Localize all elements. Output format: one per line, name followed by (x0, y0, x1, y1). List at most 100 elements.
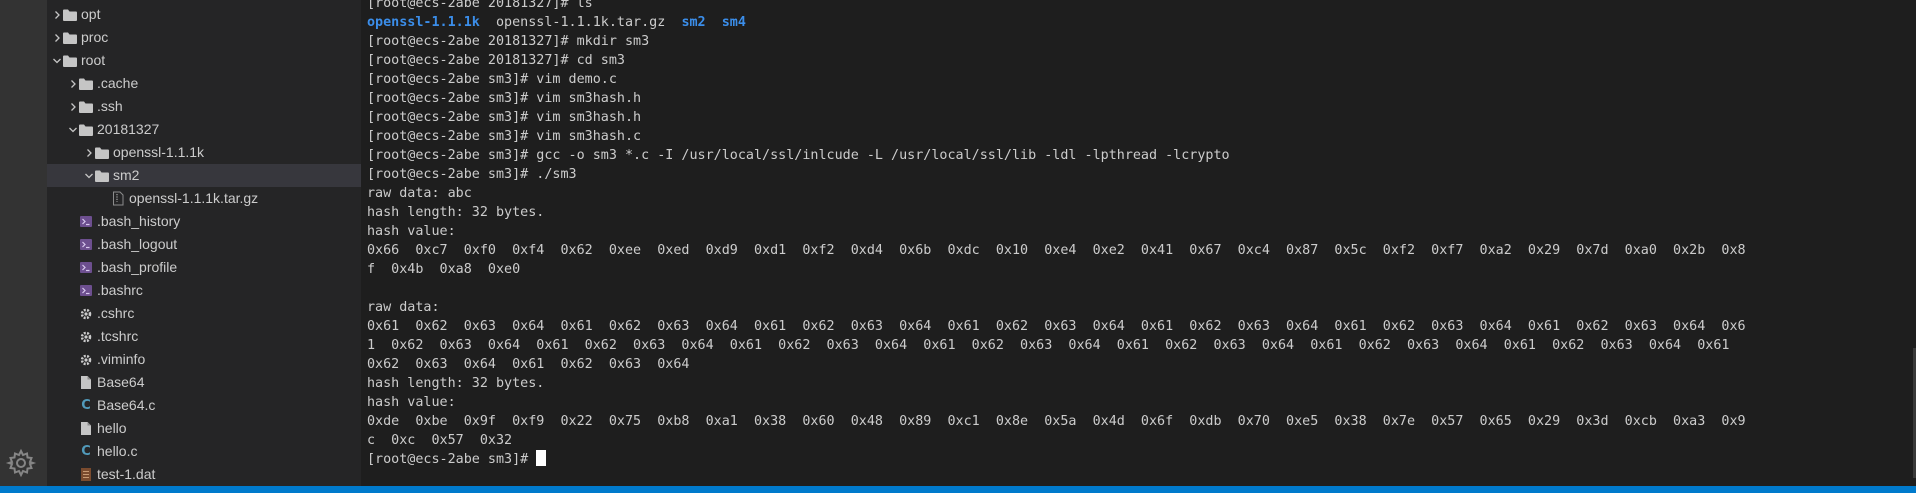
tree-item-label: openssl-1.1.1k (113, 144, 205, 160)
tree-item-label: openssl-1.1.1k.tar.gz (129, 190, 259, 206)
terminal-panel[interactable]: [root@ecs-2abe 20181327]# ls openssl-1.1.… (361, 0, 1916, 486)
ls-file-entry: openssl-1.1.1k.tar.gz (496, 15, 666, 30)
tree-item-label: .bash_profile (97, 259, 178, 275)
shell-file-icon (78, 283, 94, 298)
tree-item-label: root (81, 52, 106, 68)
folder-icon (78, 76, 94, 91)
activity-bar (0, 0, 47, 493)
tree-file[interactable]: .bash_history (47, 210, 361, 233)
file-icon (78, 421, 94, 436)
terminal-line: hash length: 32 bytes. (367, 376, 545, 391)
terminal-line: raw data: (367, 300, 440, 315)
tree-folder[interactable]: openssl-1.1.1k (47, 141, 361, 164)
tree-item-label: .cshrc (97, 305, 135, 321)
tree-item-label: hello (97, 420, 127, 436)
shell-file-icon (78, 260, 94, 275)
tree-folder[interactable]: proc (47, 26, 361, 49)
terminal-line: hash length: 32 bytes. (367, 205, 545, 220)
terminal-line: openssl-1.1.1k openssl-1.1.1k.tar.gz sm2… (367, 13, 1746, 32)
tree-file[interactable]: test-1.dat (47, 463, 361, 486)
tree-item-label: Base64 (97, 374, 145, 390)
tree-file[interactable]: .bash_logout (47, 233, 361, 256)
tree-file[interactable]: .viminfo (47, 348, 361, 371)
terminal-prompt: [root@ecs-2abe sm3]# (367, 452, 537, 467)
terminal-line: raw data: abc (367, 186, 472, 201)
folder-icon (62, 7, 78, 22)
gear-file-icon (78, 306, 94, 321)
tree-file[interactable]: openssl-1.1.1k.tar.gz (47, 187, 361, 210)
tree-item-label: .ssh (97, 98, 123, 114)
ls-directory-entry: sm2 (681, 15, 706, 30)
tree-item-label: Base64.c (97, 397, 156, 413)
tree-folder[interactable]: .ssh (47, 95, 361, 118)
terminal-line: f 0x4b 0xa8 0xe0 (367, 262, 521, 277)
terminal-line: [root@ecs-2abe sm3]# vim sm3hash.c (367, 129, 642, 144)
tree-file[interactable]: .cshrc (47, 302, 361, 325)
tree-item-label: proc (81, 29, 109, 45)
terminal-output: [root@ecs-2abe 20181327]# ls openssl-1.1.… (367, 0, 1746, 469)
tree-item-label: opt (81, 6, 101, 22)
tree-file[interactable]: Base64 (47, 371, 361, 394)
gear-icon[interactable] (5, 447, 37, 479)
terminal-line: hash value: (367, 224, 456, 239)
folder-icon (78, 122, 94, 137)
tree-item-label: 20181327 (97, 121, 160, 137)
tree-file[interactable]: Chello.c (47, 440, 361, 463)
ls-directory-entry: sm4 (721, 15, 746, 30)
tree-folder[interactable]: opt (47, 3, 361, 26)
terminal-line: [root@ecs-2abe 20181327]# mkdir sm3 (367, 34, 650, 49)
shell-file-icon (78, 237, 94, 252)
terminal-line: 1 0x62 0x63 0x64 0x61 0x62 0x63 0x64 0x6… (367, 338, 1730, 353)
tree-folder[interactable]: 20181327 (47, 118, 361, 141)
terminal-line: [root@ecs-2abe sm3]# vim sm3hash.h (367, 110, 642, 125)
folder-icon (62, 30, 78, 45)
terminal-line: [root@ecs-2abe sm3]# gcc -o sm3 *.c -I /… (367, 148, 1230, 163)
tree-item-label: hello.c (97, 443, 138, 459)
terminal-line: [root@ecs-2abe sm3]# vim demo.c (367, 72, 617, 87)
gear-file-icon (78, 329, 94, 344)
folder-icon (94, 168, 110, 183)
file-icon (78, 375, 94, 390)
data-file-icon (78, 467, 94, 482)
tree-file[interactable]: .bashrc (47, 279, 361, 302)
tree-item-label: .cache (97, 75, 139, 91)
shell-file-icon (78, 214, 94, 229)
c-language-icon: C (81, 398, 91, 413)
tree-folder[interactable]: sm2 (47, 164, 361, 187)
status-bar (0, 486, 1916, 493)
terminal-cursor (536, 450, 547, 466)
c-language-icon: C (81, 444, 91, 459)
tree-folder[interactable]: root (47, 49, 361, 72)
tree-item-label: .bash_logout (97, 236, 178, 252)
tree-item-label: sm2 (113, 167, 140, 183)
terminal-line: 0x61 0x62 0x63 0x64 0x61 0x62 0x63 0x64 … (367, 319, 1746, 334)
tree-item-label: test-1.dat (97, 466, 156, 482)
archive-file-icon (110, 191, 126, 206)
terminal-line: [root@ecs-2abe 20181327]# ls (367, 0, 593, 11)
tree-file[interactable]: C Base64.c (47, 394, 361, 417)
terminal-line: [root@ecs-2abe sm3]# ./sm3 (367, 167, 577, 182)
terminal-line: [root@ecs-2abe 20181327]# cd sm3 (367, 53, 625, 68)
tree-file[interactable]: .tcshrc (47, 325, 361, 348)
file-explorer: opt proc root .cache .ssh 20181327 openssl-1.1… (47, 0, 361, 486)
tree-item-label: .tcshrc (97, 328, 139, 344)
tree-file[interactable]: .bash_profile (47, 256, 361, 279)
tree-item-label: .bashrc (97, 282, 143, 298)
folder-icon (78, 99, 94, 114)
tree-file[interactable]: hello (47, 417, 361, 440)
folder-icon (62, 53, 78, 68)
gear-file-icon (78, 352, 94, 367)
folder-icon (94, 145, 110, 160)
tree-folder[interactable]: .cache (47, 72, 361, 95)
terminal-prompt-line[interactable]: [root@ecs-2abe sm3]# (367, 450, 1746, 469)
terminal-line: hash value: (367, 395, 456, 410)
tree-item-label: .bash_history (97, 213, 181, 229)
terminal-line: 0x62 0x63 0x64 0x61 0x62 0x63 0x64 (367, 357, 690, 372)
ls-directory-entry: openssl-1.1.1k (367, 15, 480, 30)
terminal-line: [root@ecs-2abe sm3]# vim sm3hash.h (367, 91, 642, 106)
terminal-line: 0x66 0xc7 0xf0 0xf4 0x62 0xee 0xed 0xd9 … (367, 243, 1746, 258)
terminal-line: c 0xc 0x57 0x32 (367, 433, 513, 448)
terminal-line: 0xde 0xbe 0x9f 0xf9 0x22 0x75 0xb8 0xa1 … (367, 414, 1746, 429)
tree-item-label: .viminfo (97, 351, 146, 367)
